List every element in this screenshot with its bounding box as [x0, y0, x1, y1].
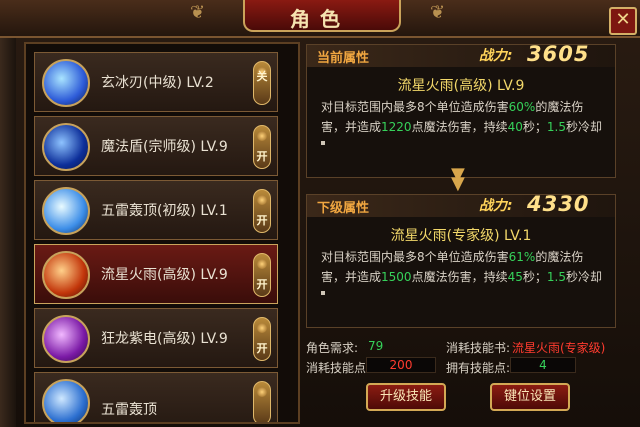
desc-text: 点魔法伤害，持续 [411, 270, 508, 284]
owned-points-value: 4 [510, 357, 576, 373]
duration-value: 40 [507, 120, 523, 134]
toggle-switch[interactable]: 开 [253, 317, 271, 361]
bullet-dot [321, 291, 325, 295]
skill-item-wuleihongding[interactable]: 五雷轰顶(初级) LV.1 开 [34, 180, 278, 240]
upgrade-skill-button[interactable]: 升级技能 [366, 383, 446, 411]
damage-value: 1500 [381, 270, 412, 284]
desc-text: 秒冷却 [565, 270, 602, 284]
bullet-dot [321, 141, 325, 145]
current-skill-name: 流星火雨(高级) LV.9 [397, 78, 525, 94]
damage-value: 1220 [381, 120, 412, 134]
desc-text: 秒冷却 [565, 120, 602, 134]
points-cost-label: 消耗技能点: [306, 361, 371, 375]
skill-label: 五雷轰顶 [101, 402, 157, 418]
skill-label: 五雷轰顶(初级) LV.1 [101, 203, 228, 219]
damage-percent: 61% [508, 250, 536, 264]
purple-lightning-icon [42, 315, 90, 363]
duration-value: 45 [507, 270, 523, 284]
points-cost-value: 200 [366, 357, 436, 373]
toggle-knob-icon [257, 259, 267, 269]
toggle-label: 开 [256, 150, 268, 163]
toggle-switch[interactable]: 开 [253, 125, 271, 169]
level-requirement-label: 角色需求: [306, 341, 359, 355]
background-edge [0, 0, 16, 427]
cooldown-value: 1.5 [546, 270, 566, 284]
toggle-switch[interactable]: 关 [253, 61, 271, 105]
power-value: 3605 [527, 42, 590, 66]
power-value: 4330 [527, 192, 590, 216]
desc-text: 对目标范围内最多8个单位造成伤害 [321, 250, 509, 264]
thunder-icon [42, 187, 90, 235]
desc-text: 点魔法伤害，持续 [411, 120, 508, 134]
current-attributes-panel: 当前属性 战力: 3605 流星火雨(高级) LV.9 对目标范围内最多8个单位… [306, 42, 616, 178]
damage-percent: 60% [508, 100, 536, 114]
skill-item-xuanbingren[interactable]: 玄冰刃(中级) LV.2 关 [34, 52, 278, 112]
skill-label: 魔法盾(宗师级) LV.9 [101, 139, 228, 155]
skill-item-mofadun[interactable]: 魔法盾(宗师级) LV.9 开 [34, 116, 278, 176]
magic-shield-icon [42, 123, 90, 171]
toggle-label: 开 [256, 214, 268, 227]
ice-blade-icon [42, 59, 90, 107]
dragon-ornament-left-icon: ❦ [190, 2, 206, 23]
next-skill-description: 对目标范围内最多8个单位造成伤害61%的魔法伤害，并造成1500点魔法伤害，持续… [321, 247, 605, 287]
cooldown-value: 1.5 [546, 120, 566, 134]
desc-text: 秒； [522, 120, 547, 134]
toggle-knob-icon [257, 131, 267, 141]
skill-item-kuanglongzidian[interactable]: 狂龙紫电(高级) LV.9 开 [34, 308, 278, 368]
skill-label: 玄冰刃(中级) LV.2 [101, 75, 214, 91]
skill-label: 流星火雨(高级) LV.9 [101, 267, 228, 283]
toggle-label: 关 [256, 70, 268, 83]
desc-text: 秒； [522, 270, 547, 284]
toggle-label: 开 [256, 278, 268, 291]
keybind-settings-button[interactable]: 键位设置 [490, 383, 570, 411]
next-attributes-label: 下级属性 [317, 201, 370, 216]
power-label: 战力: [479, 48, 513, 64]
meteor-shower-icon [42, 251, 90, 299]
current-attributes-label: 当前属性 [317, 51, 370, 66]
desc-text: 对目标范围内最多8个单位造成伤害 [321, 100, 509, 114]
toggle-knob-icon [257, 387, 267, 397]
toggle-switch[interactable]: 开 [253, 189, 271, 233]
skill-label: 狂龙紫电(高级) LV.9 [101, 331, 228, 347]
dragon-ornament-right-icon: ❦ [430, 2, 446, 23]
power-label: 战力: [479, 198, 513, 214]
skill-book-label: 消耗技能书: [446, 341, 511, 355]
close-button[interactable]: ✕ [609, 7, 637, 35]
close-icon: ✕ [615, 9, 631, 30]
skill-book-value: 流星火雨(专家级) [512, 341, 606, 355]
toggle-switch[interactable] [253, 381, 271, 422]
toggle-knob-icon [257, 195, 267, 205]
level-requirement-value: 79 [368, 339, 384, 353]
toggle-switch[interactable]: 开 [253, 253, 271, 297]
skill-item-liuxinghuoyu[interactable]: 流星火雨(高级) LV.9 开 [34, 244, 278, 304]
skill-window: ❦ ❦ 角色 ✕ 玄冰刃(中级) LV.2 关 魔法盾(宗师级) LV.9 开 … [0, 0, 640, 427]
upgrade-arrow-icon: ▼ ▼ [451, 164, 465, 194]
skill-list[interactable]: 玄冰刃(中级) LV.2 关 魔法盾(宗师级) LV.9 开 五雷轰顶(初级) … [24, 42, 300, 424]
toggle-label: 开 [256, 342, 268, 355]
window-title: 角色 [290, 7, 350, 31]
current-skill-description: 对目标范围内最多8个单位造成伤害60%的魔法伤害，并造成1220点魔法伤害，持续… [321, 97, 605, 137]
skill-item-partial[interactable]: 五雷轰顶 [34, 372, 278, 422]
next-skill-name: 流星火雨(专家级) LV.1 [390, 228, 532, 244]
toggle-knob-icon [257, 323, 267, 333]
owned-points-label: 拥有技能点: [446, 361, 511, 375]
thunder-icon [42, 379, 90, 422]
next-attributes-panel: 下级属性 战力: 4330 流星火雨(专家级) LV.1 对目标范围内最多8个单… [306, 192, 616, 328]
